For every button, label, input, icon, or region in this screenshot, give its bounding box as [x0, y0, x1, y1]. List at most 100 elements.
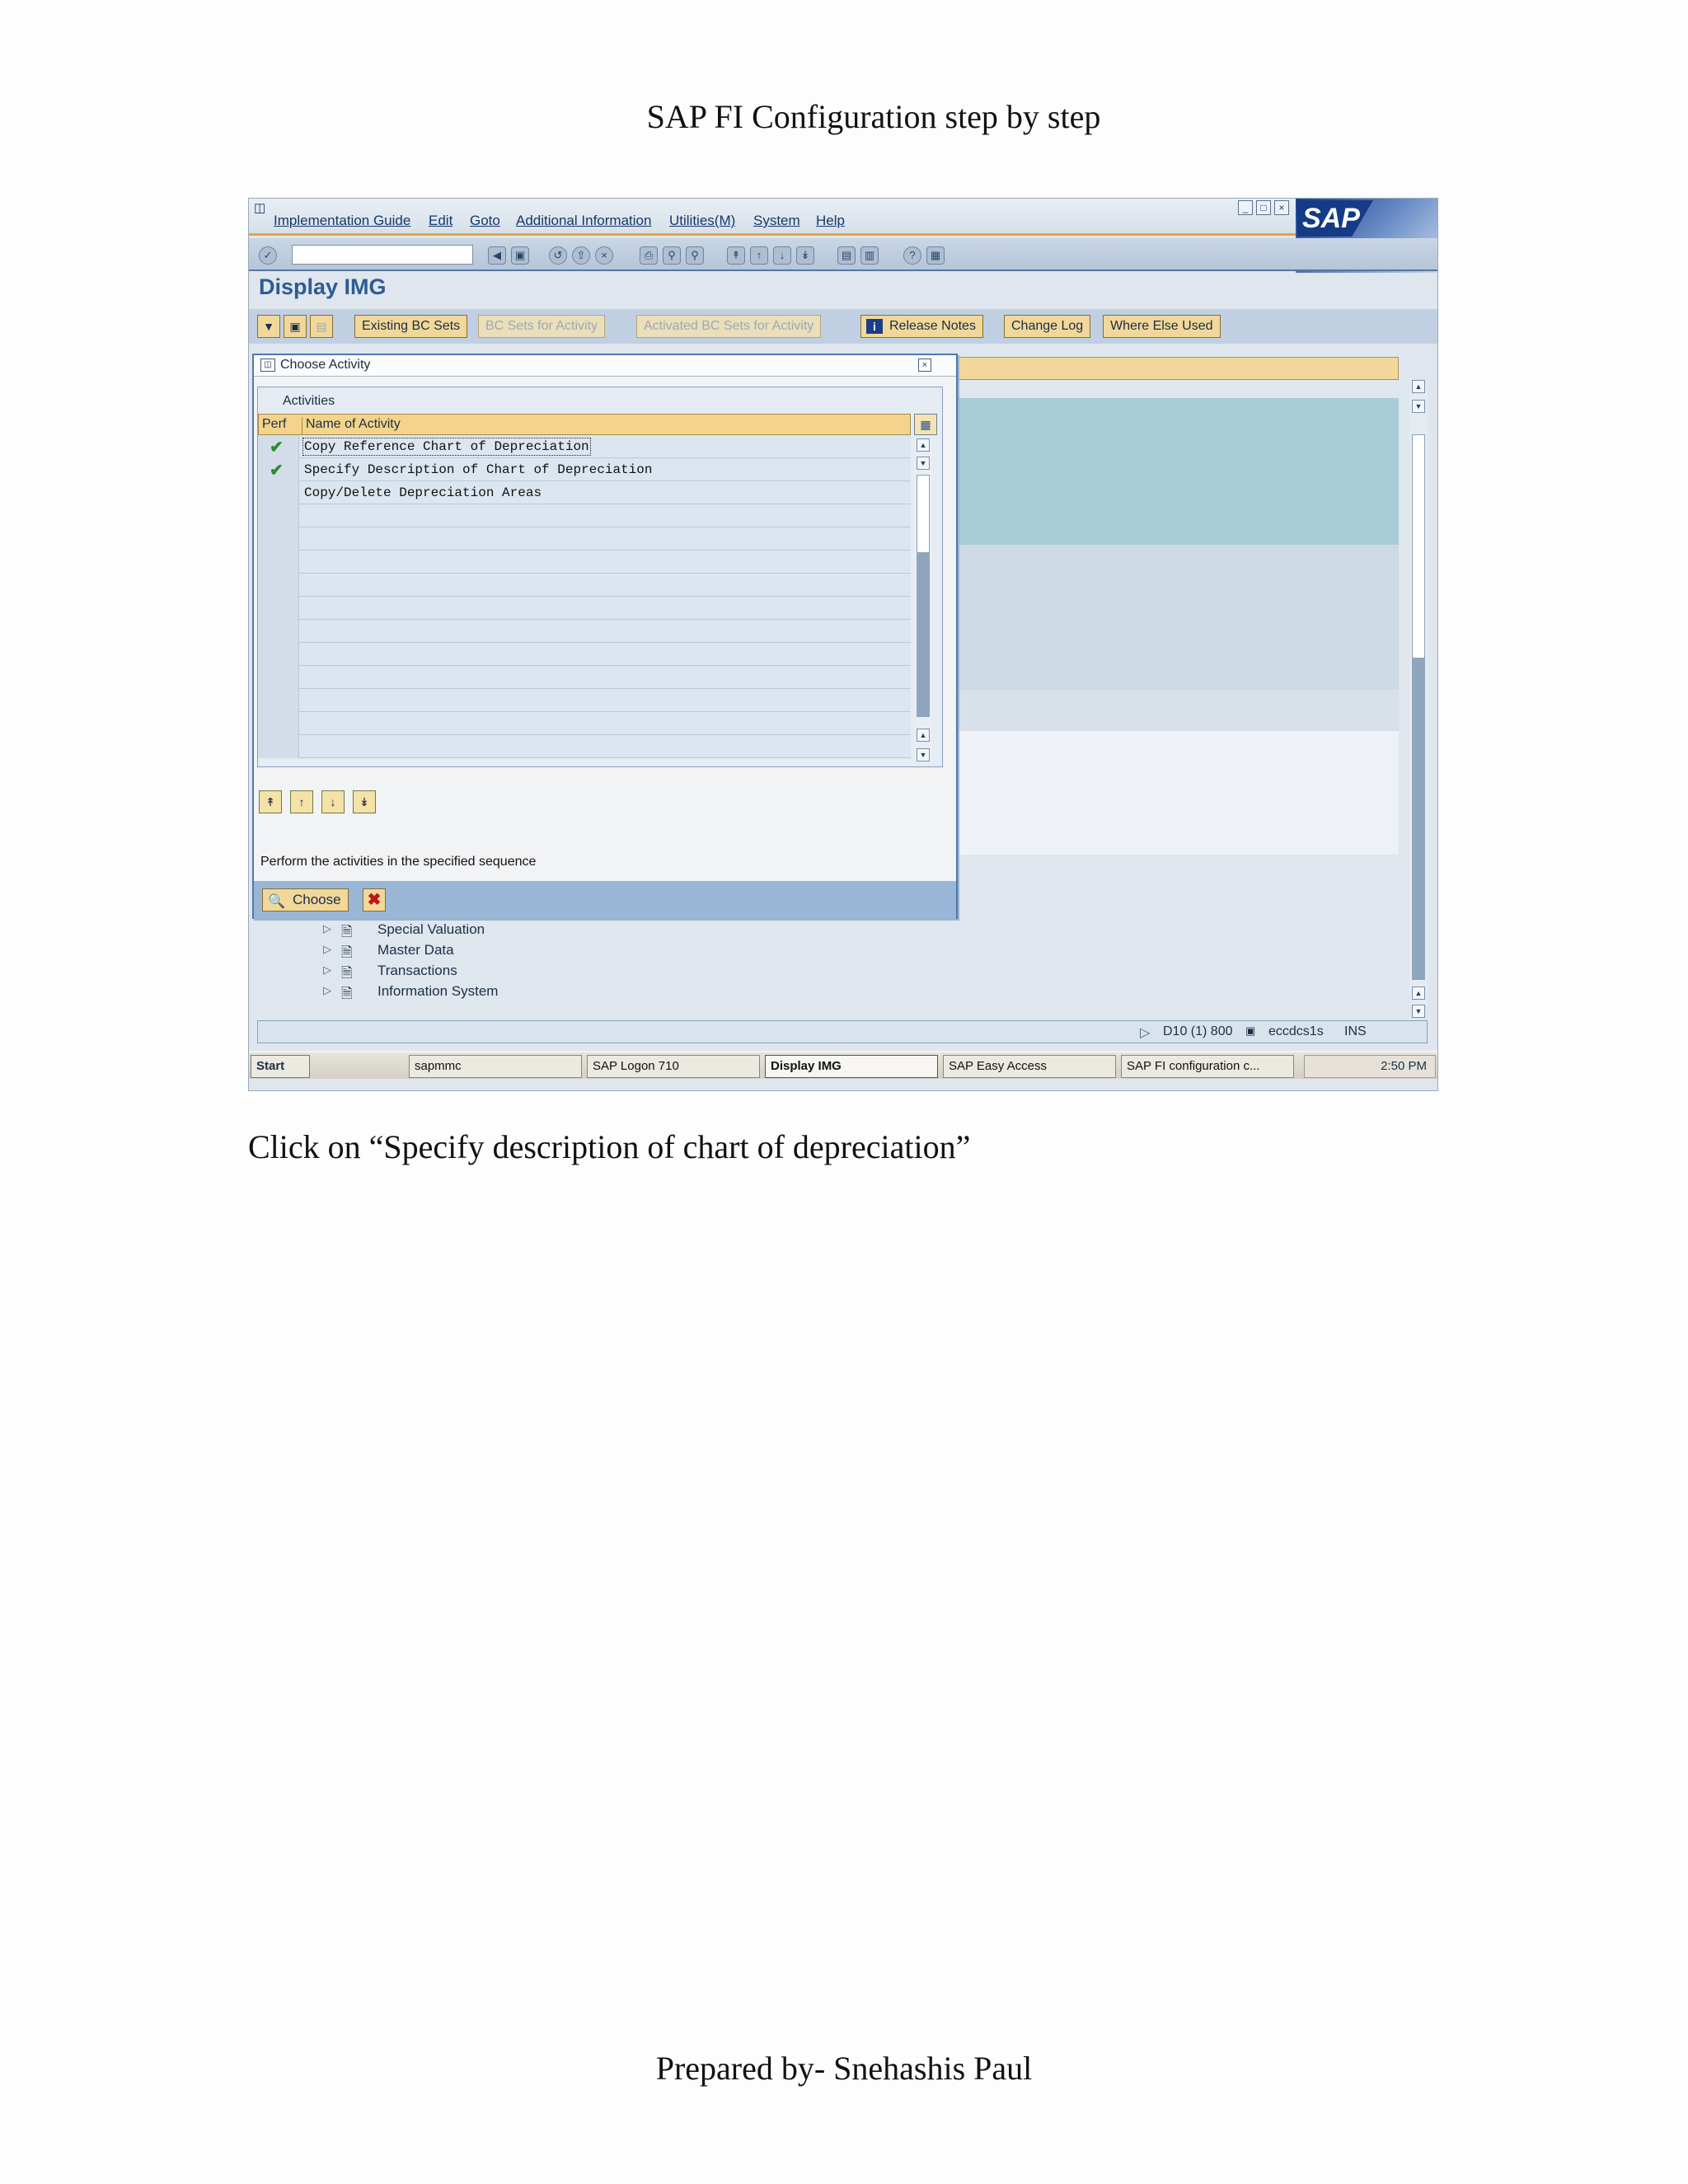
- command-field[interactable]: [292, 245, 473, 265]
- table-row-empty: [258, 643, 911, 666]
- release-notes-button[interactable]: i Release Notes: [860, 315, 983, 338]
- back-icon[interactable]: ↺: [549, 246, 567, 265]
- menu-utilities[interactable]: Utilities(M): [669, 213, 735, 229]
- document-icon: 🗎: [341, 986, 353, 1001]
- activity-name: Copy/Delete Depreciation Areas: [304, 485, 542, 500]
- cancel-icon[interactable]: ×: [595, 246, 613, 265]
- taskbar-item[interactable]: SAP Easy Access: [943, 1055, 1116, 1078]
- tree-vertical-scrollbar[interactable]: ▲ ▼ ▲ ▼: [1409, 380, 1428, 1018]
- taskbar-item-active[interactable]: Display IMG: [765, 1055, 938, 1078]
- dialog-title-bar: ◫ Choose Activity ×: [254, 355, 956, 377]
- first-entry-icon[interactable]: ↟: [259, 790, 282, 813]
- change-log-button[interactable]: Change Log: [1004, 315, 1091, 338]
- choose-button[interactable]: 🔍 Choose: [262, 888, 349, 912]
- next-entry-icon[interactable]: ↓: [321, 790, 345, 813]
- save-icon[interactable]: ▣: [511, 246, 529, 265]
- tray-clock: 2:50 PM: [1381, 1059, 1427, 1073]
- column-settings-icon[interactable]: ▦: [914, 414, 937, 435]
- status-bar: ▷ D10 (1) 800 ▣ eccdcs1s INS: [257, 1020, 1428, 1043]
- previous-page-icon[interactable]: ↑: [750, 246, 768, 265]
- scroll-down-icon[interactable]: ▼: [917, 748, 930, 762]
- scroll-up-icon[interactable]: ▲: [917, 438, 930, 452]
- scroll-down-icon[interactable]: ▼: [1412, 400, 1425, 413]
- status-session-icon[interactable]: ▣: [1245, 1024, 1255, 1038]
- perf-cell: [258, 504, 299, 527]
- scroll-up-icon[interactable]: ▲: [917, 729, 930, 742]
- shortcut-icon[interactable]: ▥: [860, 246, 879, 265]
- start-button[interactable]: Start: [251, 1055, 310, 1078]
- last-page-icon[interactable]: ↡: [796, 246, 814, 265]
- expand-triangle-icon[interactable]: ▷: [323, 963, 331, 977]
- close-icon[interactable]: ×: [1274, 200, 1289, 215]
- table-row[interactable]: ✔ Copy Reference Chart of Depreciation: [258, 435, 911, 458]
- table-vertical-scrollbar[interactable]: ▲ ▼ ▲ ▼: [914, 438, 932, 763]
- restore-icon[interactable]: □: [1256, 200, 1271, 215]
- column-perf[interactable]: Perf: [262, 417, 286, 432]
- perf-cell: [258, 735, 299, 758]
- menu-goto[interactable]: Goto: [470, 213, 500, 229]
- expand-triangle-icon[interactable]: ▷: [323, 984, 331, 997]
- table-rows: ✔ Copy Reference Chart of Depreciation ✔ S…: [258, 435, 911, 758]
- previous-entry-icon[interactable]: ↑: [290, 790, 313, 813]
- status-system: D10 (1) 800: [1163, 1024, 1233, 1038]
- status-mode: INS: [1344, 1024, 1367, 1038]
- scroll-track: [1412, 434, 1425, 658]
- menu-additional-information[interactable]: Additional Information: [516, 213, 651, 229]
- next-page-icon[interactable]: ↓: [773, 246, 791, 265]
- column-name[interactable]: Name of Activity: [302, 417, 401, 435]
- choose-label: Choose: [293, 892, 341, 907]
- scroll-down-icon[interactable]: ▼: [1412, 1005, 1425, 1018]
- help-icon[interactable]: ?: [903, 246, 921, 265]
- exit-icon[interactable]: ⇧: [572, 246, 590, 265]
- window-menu-icon[interactable]: ◫: [254, 200, 265, 215]
- status-server: eccdcs1s: [1268, 1024, 1324, 1038]
- tree-header: [954, 357, 1399, 380]
- last-entry-icon[interactable]: ↡: [353, 790, 376, 813]
- find-next-icon[interactable]: ⚲: [686, 246, 704, 265]
- first-page-icon[interactable]: ↟: [727, 246, 745, 265]
- cancel-x-icon: ✖: [367, 891, 382, 909]
- menu-edit[interactable]: Edit: [429, 213, 452, 229]
- expand-triangle-icon[interactable]: ▷: [323, 922, 331, 935]
- dialog-menu-icon[interactable]: ◫: [260, 359, 275, 372]
- dialog-footer: 🔍 Choose ✖: [254, 881, 956, 919]
- where-else-used-button[interactable]: Where Else Used: [1103, 315, 1221, 338]
- activity-name: Copy Reference Chart of Depreciation: [302, 438, 591, 456]
- layout-menu-icon[interactable]: ▦: [926, 246, 945, 265]
- close-icon[interactable]: ×: [918, 359, 931, 372]
- table-row-empty: [258, 666, 911, 689]
- taskbar-item[interactable]: SAP Logon 710: [587, 1055, 760, 1078]
- table-row-empty: [258, 689, 911, 712]
- print-icon[interactable]: ⎙: [640, 246, 658, 265]
- taskbar-item[interactable]: SAP FI configuration c...: [1121, 1055, 1294, 1078]
- cancel-button[interactable]: ✖: [363, 888, 386, 912]
- table-row-empty: [258, 620, 911, 643]
- scroll-down-icon[interactable]: ▼: [917, 457, 930, 470]
- scroll-up-icon[interactable]: ▲: [1412, 987, 1425, 1000]
- back-arrow-icon[interactable]: ◀: [488, 246, 506, 265]
- display-icon[interactable]: ▣: [284, 315, 307, 338]
- scroll-up-icon[interactable]: ▲: [1412, 380, 1425, 393]
- choose-activity-dialog: ◫ Choose Activity × Activities Perf Name…: [252, 354, 958, 919]
- expand-triangle-icon[interactable]: ▷: [323, 943, 331, 956]
- minimize-icon[interactable]: _: [1238, 200, 1253, 215]
- enter-icon[interactable]: ✓: [259, 246, 277, 265]
- table-row[interactable]: Copy/Delete Depreciation Areas: [258, 481, 911, 504]
- table-caption: Activities: [283, 394, 335, 408]
- table-row[interactable]: ✔ Specify Description of Chart of Depreci…: [258, 458, 911, 481]
- sap-window: ◫ Implementation Guide Edit Goto Additio…: [248, 198, 1438, 1091]
- find-icon[interactable]: ⚲: [663, 246, 681, 265]
- menu-system[interactable]: System: [753, 213, 800, 229]
- perf-cell: [258, 597, 299, 620]
- tree-area-band: [954, 398, 1399, 545]
- expand-icon[interactable]: ▼: [257, 315, 280, 338]
- status-expand-icon[interactable]: ▷: [1140, 1024, 1150, 1041]
- scroll-thumb[interactable]: [1412, 658, 1425, 980]
- new-session-icon[interactable]: ▤: [837, 246, 856, 265]
- existing-bc-sets-button[interactable]: Existing BC Sets: [354, 315, 468, 338]
- scroll-thumb[interactable]: [917, 552, 930, 717]
- taskbar-item[interactable]: sapmmc: [409, 1055, 582, 1078]
- menu-help[interactable]: Help: [816, 213, 845, 229]
- menu-implementation-guide[interactable]: Implementation Guide: [274, 213, 410, 229]
- windows-taskbar: Start sapmmc SAP Logon 710 Display IMG S…: [249, 1051, 1437, 1079]
